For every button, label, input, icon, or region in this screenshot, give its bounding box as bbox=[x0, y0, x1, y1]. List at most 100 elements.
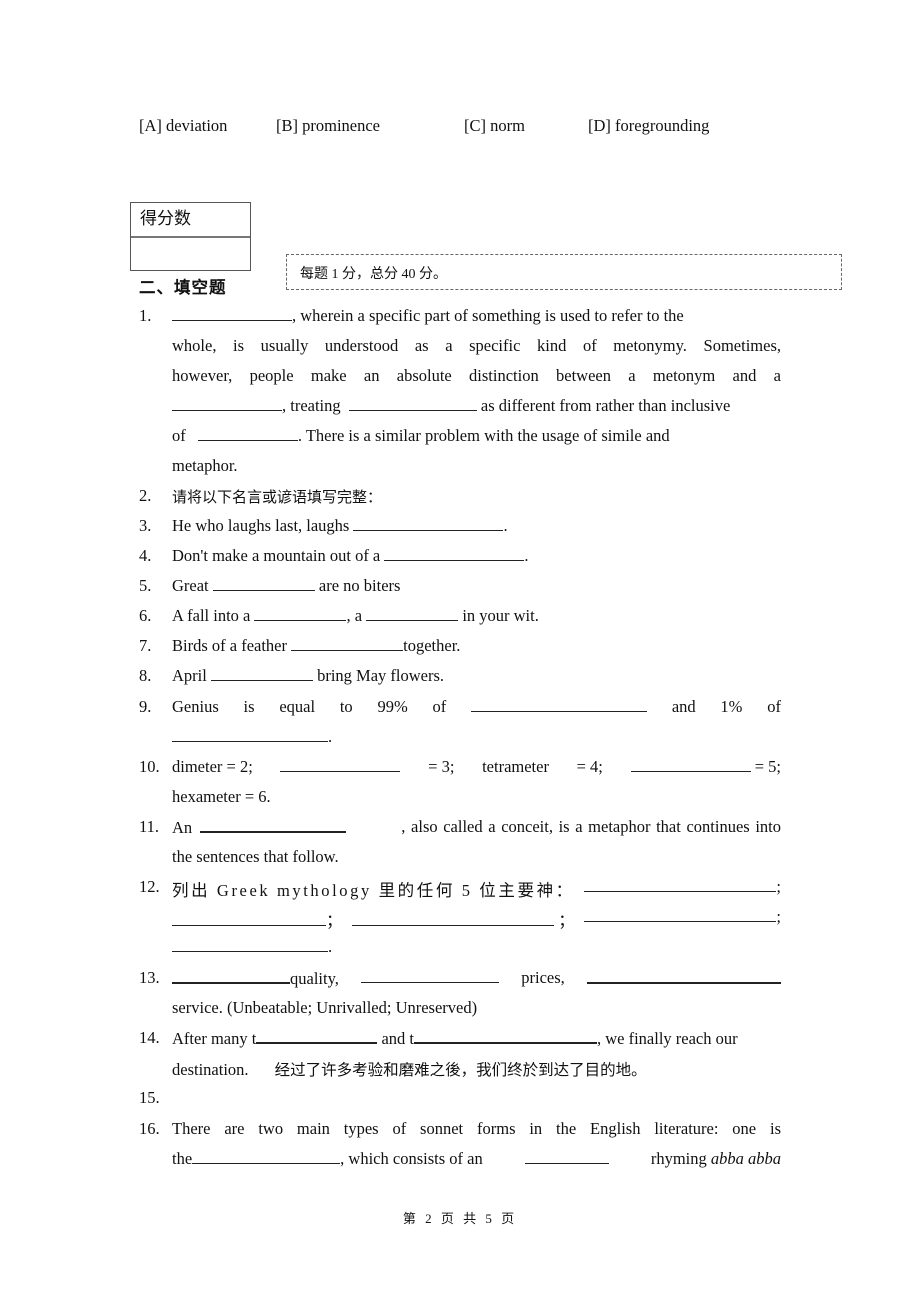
answer-blank[interactable] bbox=[256, 1028, 378, 1044]
answer-blank[interactable] bbox=[366, 606, 459, 621]
question-text: hexameter = 6. bbox=[172, 787, 271, 806]
question-text: Birds of a feather bbox=[172, 636, 287, 655]
answer-blank[interactable] bbox=[172, 396, 282, 411]
question-text: . bbox=[503, 516, 508, 535]
question-text: , also called a conceit, is a metaphor t… bbox=[401, 817, 781, 836]
score-label: 得分数 bbox=[131, 203, 250, 238]
option-d[interactable]: [D] foregrounding bbox=[588, 116, 709, 136]
question-text: the sentences that follow. bbox=[172, 847, 339, 866]
question-text: Don't make a mountain out of a bbox=[172, 546, 381, 565]
answer-blank[interactable] bbox=[172, 968, 290, 984]
question-text: = 5; bbox=[754, 757, 781, 776]
answer-blank[interactable] bbox=[630, 757, 751, 772]
question-text: 列出 Greek mythology 里的任何 5 位主要神： bbox=[172, 881, 575, 900]
page-footer: 第 2 页 共 5 页 bbox=[402, 1211, 518, 1226]
answer-blank[interactable] bbox=[280, 757, 401, 772]
question-text: Great bbox=[172, 576, 209, 595]
scoring-note-box: 每题 1 分，总分 40 分。 bbox=[286, 254, 842, 290]
question-number: 3. bbox=[139, 516, 152, 535]
question-number: 2. bbox=[139, 486, 152, 505]
answer-blank[interactable] bbox=[384, 546, 525, 561]
question-text: After many t bbox=[172, 1029, 257, 1048]
answer-blank[interactable] bbox=[172, 937, 328, 952]
question-number: 16. bbox=[139, 1119, 160, 1138]
question-text: of bbox=[767, 697, 781, 716]
question-text: = 4; bbox=[576, 757, 603, 776]
question-text: April bbox=[172, 666, 207, 685]
question-text: metaphor. bbox=[172, 456, 238, 475]
question-text: equal bbox=[279, 697, 316, 716]
question-number: 12. bbox=[139, 877, 160, 896]
question-text: bring May flowers. bbox=[317, 666, 445, 685]
answer-blank[interactable] bbox=[352, 911, 555, 926]
answer-blank[interactable] bbox=[254, 606, 347, 621]
question-number: 11. bbox=[139, 817, 160, 836]
answer-blank[interactable] bbox=[210, 666, 313, 681]
question-text: An bbox=[172, 818, 193, 837]
question-text: of bbox=[432, 697, 447, 716]
answer-blank[interactable] bbox=[291, 636, 404, 651]
choice-options: [A] deviation [B] prominence [C] norm [D… bbox=[139, 116, 779, 140]
answer-blank[interactable] bbox=[361, 968, 500, 983]
question-text: the bbox=[172, 1149, 193, 1168]
translation-text: 经过了许多考验和磨难之後，我们终於到达了目的地。 bbox=[274, 1061, 647, 1079]
question-number: 8. bbox=[139, 666, 152, 685]
question-text: rhyming bbox=[650, 1149, 707, 1168]
answer-blank[interactable] bbox=[353, 516, 504, 531]
question-text: is bbox=[243, 697, 255, 716]
question-text: ; bbox=[776, 877, 781, 896]
question-text: however, people make an absolute distinc… bbox=[172, 366, 781, 385]
question-text: of bbox=[172, 426, 186, 445]
question-number: 5. bbox=[139, 576, 152, 595]
answer-blank[interactable] bbox=[172, 727, 328, 742]
answer-blank[interactable] bbox=[172, 306, 292, 321]
score-box: 得分数 bbox=[130, 202, 251, 271]
question-text: ； bbox=[558, 911, 575, 930]
question-text: quality, bbox=[290, 969, 339, 988]
question-text: service. (Unbeatable; Unrivalled; Unrese… bbox=[172, 998, 478, 1017]
answer-blank[interactable] bbox=[197, 426, 298, 441]
answer-blank[interactable] bbox=[200, 817, 347, 833]
question-text: 1% bbox=[720, 697, 743, 716]
question-text: , wherein a specific part of something i… bbox=[292, 306, 684, 325]
answer-blank[interactable] bbox=[212, 576, 315, 591]
answer-blank[interactable] bbox=[413, 1028, 597, 1044]
answer-blank[interactable] bbox=[192, 1149, 341, 1164]
answer-blank[interactable] bbox=[172, 911, 326, 926]
answer-blank[interactable] bbox=[471, 697, 648, 712]
question-number: 13. bbox=[139, 968, 160, 987]
option-c[interactable]: [C] norm bbox=[464, 116, 525, 136]
answer-blank[interactable] bbox=[584, 877, 777, 892]
question-text: to bbox=[339, 697, 353, 716]
question-number: 4. bbox=[139, 546, 152, 565]
question-text: = 3; bbox=[428, 757, 455, 776]
question-text: . bbox=[524, 546, 529, 565]
option-a[interactable]: [A] deviation bbox=[139, 116, 227, 136]
question-number: 9. bbox=[139, 697, 152, 716]
question-text: whole, is usually understood as a specif… bbox=[172, 336, 781, 355]
question-text: prices, bbox=[521, 968, 565, 987]
question-number: 14. bbox=[139, 1028, 160, 1047]
answer-blank[interactable] bbox=[584, 907, 777, 922]
question-number: 1. bbox=[139, 306, 152, 325]
question-text: destination. bbox=[172, 1060, 249, 1079]
section-title: 二、填空题 bbox=[139, 278, 227, 297]
option-b[interactable]: [B] prominence bbox=[276, 116, 380, 136]
question-number: 7. bbox=[139, 636, 152, 655]
question-text: . bbox=[328, 727, 333, 746]
scoring-note: 每题 1 分，总分 40 分。 bbox=[300, 267, 447, 282]
question-text: ; bbox=[776, 907, 781, 926]
question-number: 10. bbox=[139, 757, 160, 776]
answer-blank[interactable] bbox=[524, 1149, 609, 1164]
question-text: and t bbox=[381, 1029, 414, 1048]
question-text: , which consists of an bbox=[340, 1149, 483, 1168]
question-text: as different from rather than inclusive bbox=[480, 396, 731, 415]
question-text: in your wit. bbox=[462, 606, 539, 625]
question-text: are no biters bbox=[318, 576, 401, 595]
score-field[interactable] bbox=[131, 238, 250, 270]
question-text: . bbox=[328, 937, 333, 956]
rhyme-scheme: abba abba bbox=[710, 1149, 781, 1168]
answer-blank[interactable] bbox=[348, 396, 477, 411]
answer-blank[interactable] bbox=[586, 968, 781, 984]
question-text: , we finally reach our bbox=[596, 1029, 738, 1048]
